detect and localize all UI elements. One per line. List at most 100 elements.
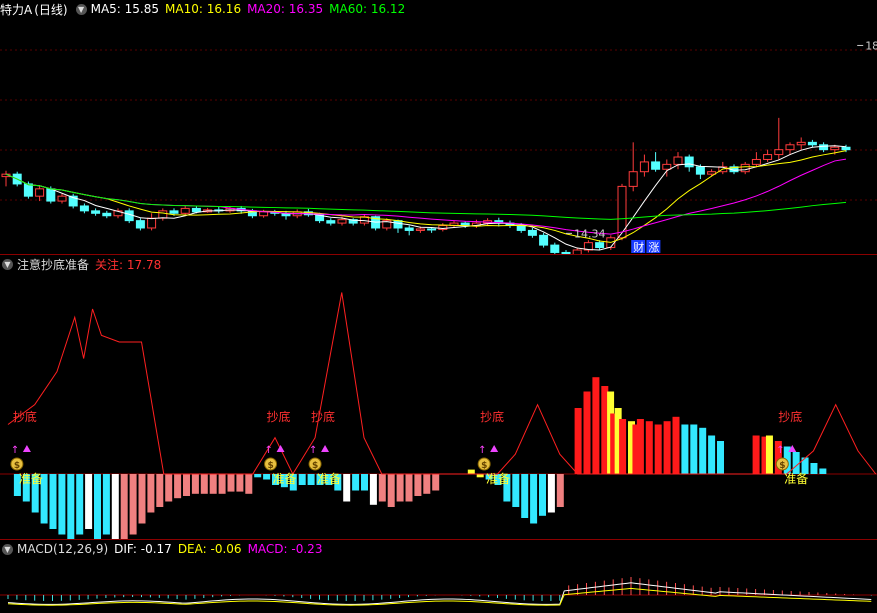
indicator-bar bbox=[183, 474, 190, 496]
indicator-bar bbox=[681, 424, 689, 474]
money-bag-symbol: $ bbox=[779, 461, 785, 471]
up-arrow-icon: ↑ bbox=[478, 445, 486, 456]
candle-body bbox=[393, 220, 403, 229]
indicator-bar bbox=[819, 468, 827, 474]
price-panel: 18.18 14.34 财涨 特力A (日线) ▼ MA5: 15.85 MA10:… bbox=[0, 0, 877, 254]
ready-label: 准备 bbox=[784, 472, 808, 486]
indicator-bar bbox=[663, 421, 671, 474]
ready-label: 准备 bbox=[317, 472, 341, 486]
candle-body bbox=[751, 158, 761, 165]
candle-body bbox=[628, 171, 638, 187]
buy-label: 抄底 bbox=[480, 409, 504, 424]
triangle-icon bbox=[22, 445, 31, 452]
ma20-label: MA20: 16.35 bbox=[247, 2, 324, 16]
candle-body bbox=[740, 163, 750, 173]
indicator-bar bbox=[387, 474, 395, 507]
ma-line-5 bbox=[5, 145, 847, 251]
indicator-bar bbox=[236, 474, 244, 492]
indicator-bar bbox=[94, 474, 101, 539]
indicator-bar bbox=[307, 474, 315, 485]
indicator-bar bbox=[690, 424, 698, 474]
candle-body bbox=[79, 205, 89, 212]
candle-body bbox=[404, 227, 414, 231]
up-arrow-icon: ↑ bbox=[265, 445, 273, 456]
indicator-bar bbox=[574, 408, 582, 474]
candle-body bbox=[774, 149, 784, 156]
collapse-icon-3[interactable]: ▼ bbox=[2, 543, 13, 555]
buy-label: 抄底 bbox=[311, 409, 335, 424]
candle-body bbox=[807, 141, 817, 146]
macd-header: ▼ MACD(12,26,9) DIF: -0.17 DEA: -0.06 MA… bbox=[0, 540, 328, 558]
indicator-bar bbox=[810, 463, 818, 474]
candle-body bbox=[91, 210, 101, 214]
candle-body bbox=[651, 161, 661, 170]
indicator-bar bbox=[191, 474, 199, 494]
indicator-bar bbox=[512, 474, 520, 507]
indicator-bar bbox=[521, 474, 529, 518]
up-arrow-icon: ↑ bbox=[776, 445, 784, 456]
candle-body bbox=[147, 217, 157, 229]
indicator-panel: 抄底 ↑ $ 准备 抄底 ↑ $ 准备 抄底 ↑ $ 准备 抄底 ↑ $ 准备 抄底 ↑ $ 准备 ▼ 注意抄底准备 … bbox=[0, 255, 877, 539]
indicator-bar bbox=[200, 474, 208, 494]
money-bag-symbol: $ bbox=[268, 461, 274, 471]
candle-body bbox=[415, 228, 425, 231]
indicator-bar bbox=[102, 474, 110, 535]
ready-label: 准备 bbox=[273, 472, 297, 486]
indicator-bar bbox=[765, 435, 773, 474]
money-bag-symbol: $ bbox=[312, 461, 318, 471]
indicator-bar bbox=[58, 474, 66, 535]
indicator-bar bbox=[49, 474, 57, 529]
candle-body bbox=[427, 228, 437, 231]
indicator-bar bbox=[156, 474, 164, 507]
watch-label: 关注: 17.78 bbox=[95, 257, 162, 272]
macd-title: MACD(12,26,9) bbox=[17, 542, 109, 556]
indicator-bar bbox=[396, 474, 404, 502]
dif-label: DIF: -0.17 bbox=[114, 542, 172, 556]
triangle-icon bbox=[321, 445, 330, 452]
candle-body bbox=[259, 211, 269, 217]
indicator-bar bbox=[352, 474, 360, 491]
collapse-icon[interactable]: ▼ bbox=[75, 3, 87, 15]
up-arrow-icon: ↑ bbox=[309, 445, 317, 456]
ma5-label: MA5: 15.85 bbox=[90, 2, 160, 16]
candle-body bbox=[124, 210, 134, 222]
indicator-bar bbox=[263, 474, 271, 480]
indicator-bar bbox=[414, 474, 422, 496]
dea-line bbox=[7, 587, 872, 606]
indicator-bar bbox=[556, 474, 564, 507]
indicator-bar bbox=[120, 474, 128, 539]
ma-line-10 bbox=[5, 150, 847, 243]
candle-body bbox=[819, 144, 829, 151]
candle-body bbox=[57, 195, 67, 202]
indicator-header: ▼ 注意抄底准备 关注: 17.78 bbox=[0, 255, 167, 273]
candle-body bbox=[662, 163, 672, 170]
indicator-bar bbox=[227, 474, 235, 492]
dea-label: DEA: -0.06 bbox=[177, 542, 242, 556]
indicator-bar bbox=[423, 474, 431, 494]
annotation-label: 14.34 bbox=[574, 227, 606, 240]
candle-body bbox=[673, 156, 683, 165]
tag-label: 涨 bbox=[648, 241, 659, 254]
indicator-bar bbox=[254, 474, 262, 478]
candle-body bbox=[516, 225, 526, 231]
candle-body bbox=[158, 210, 168, 219]
indicator-bar bbox=[174, 474, 182, 499]
price-header: 特力A (日线) ▼ MA5: 15.85 MA10: 16.16 MA20: … bbox=[0, 0, 411, 18]
collapse-icon-2[interactable]: ▼ bbox=[2, 258, 13, 270]
candle-body bbox=[23, 183, 33, 197]
candle-body bbox=[695, 166, 705, 175]
price-chart: 18.18 14.34 财涨 bbox=[0, 39, 877, 254]
indicator-bar bbox=[539, 474, 546, 516]
indicator-bar bbox=[547, 474, 555, 513]
indicator-bar bbox=[147, 474, 155, 513]
candle-body bbox=[169, 210, 179, 214]
indicator-bar bbox=[708, 435, 716, 474]
indicator-bar bbox=[619, 419, 627, 474]
indicator-bar bbox=[467, 469, 475, 474]
indicator-chart: 抄底↑$准备抄底↑$准备抄底↑$准备抄底↑$准备抄底↑$准备 bbox=[0, 292, 877, 539]
indicator-bar bbox=[298, 474, 306, 485]
indicator-bar bbox=[76, 474, 84, 535]
macd-label: MACD: -0.23 bbox=[247, 542, 323, 556]
ma60-label: MA60: 16.12 bbox=[329, 2, 406, 16]
ma10-label: MA10: 16.16 bbox=[165, 2, 242, 16]
